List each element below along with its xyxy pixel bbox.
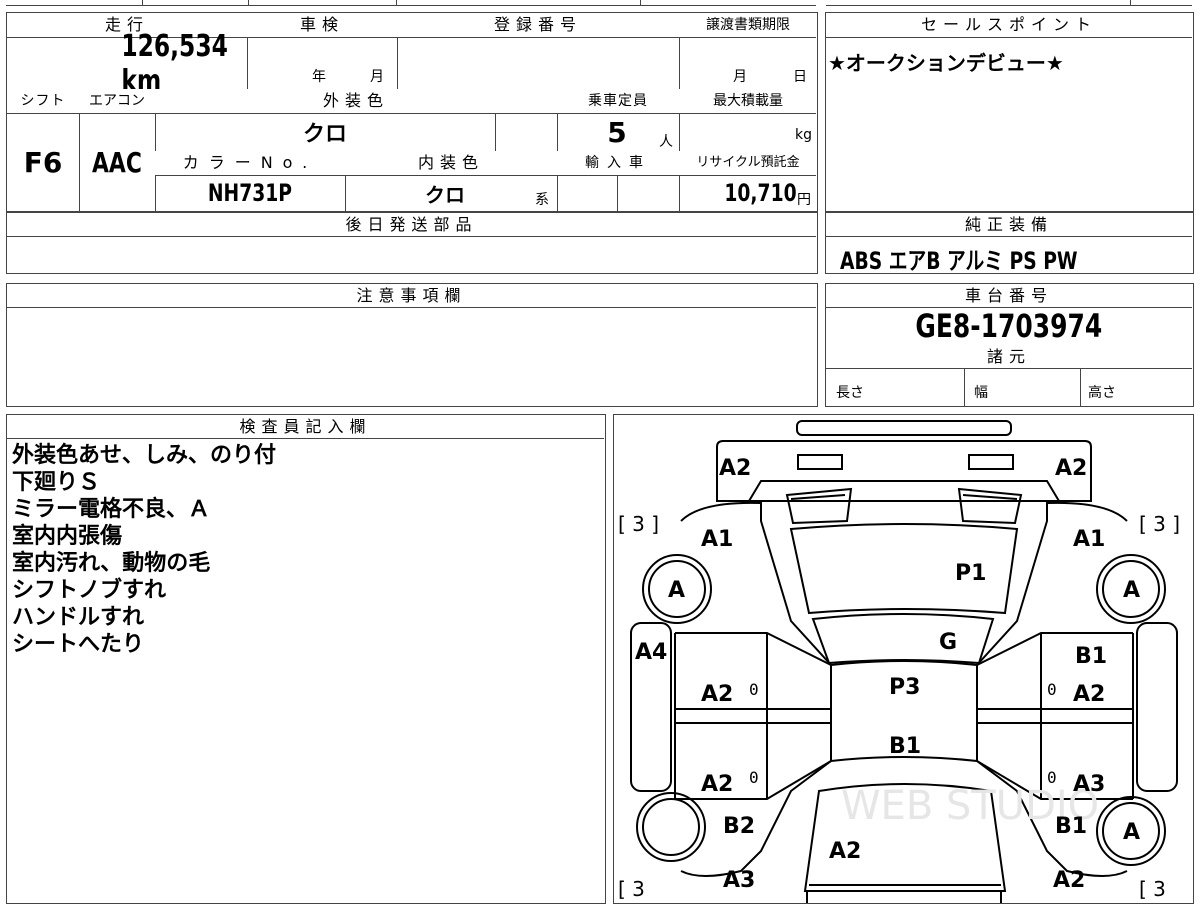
capacity-header: 乗車定員 [557,89,679,113]
import-header: 輸入車 [557,151,679,175]
recycle-header: リサイクル預託金 [679,151,817,175]
dimension-width-label: 幅 [974,385,988,401]
label-left-b2: B2 [723,814,755,839]
zero-mark: 0 [1047,768,1057,787]
spec-table: 走行 車検 登録番号 譲渡書類期限 126,534 km 年 月 月 日 シフト… [6,12,818,212]
later-parts-box: 後日発送部品 [6,212,818,274]
shift-value: F6 [23,145,63,179]
inspection-month: 月 [370,69,384,85]
inspector-note: ハンドルすれ [12,605,145,630]
inspector-note: シフトノブすれ [12,578,167,603]
chassis-header: 車台番号 [826,284,1192,307]
label-left-low-a2: A2 [701,772,733,797]
interior-color-header: 内装色 [345,151,557,175]
interior-color-suffix: 系 [535,192,549,208]
label-a4: A4 [635,640,667,665]
transfer-deadline-header: 譲渡書類期限 [679,13,817,37]
sales-point-header: セールスポイント [826,13,1192,37]
label-right-bottom-a2: A2 [1053,868,1085,893]
inspector-note: シートへたり [12,632,145,657]
max-load-header: 最大積載量 [679,89,817,113]
registration-number-header: 登録番号 [397,13,679,37]
zero-mark: 0 [1047,680,1057,699]
dimensions-header: 諸元 [826,345,1192,368]
label-left-a1: A1 [701,527,733,552]
label-left-a3: A3 [723,868,755,893]
car-outline-diagram: WEB STUDIO A2 A2 A1 A1 P1 G P3 B1 A4 B1 … [618,420,1180,903]
capacity-value: 5 [607,115,627,149]
max-load-unit: kg [795,127,812,143]
label-p3: P3 [889,675,920,700]
aircon-header: エアコン [79,89,155,113]
exterior-color-header: 外装色 [155,89,557,113]
label-right-low-a3: A3 [1073,772,1105,797]
equipment-box: 純正装備 ABS エアB アルミ PS PW [825,212,1194,275]
tread-top-left: [ 3 ] [618,512,659,536]
label-right-b1-low: B1 [1055,814,1087,839]
color-number-header: カラーNo. [155,151,345,175]
sales-point-box: セールスポイント ★オークションデビュー★ [825,12,1194,212]
exterior-color-value: クロ [302,122,347,147]
dimension-height-label: 高さ [1088,385,1116,401]
zero-mark: 0 [749,768,759,787]
inspector-note: 室内汚れ、動物の毛 [12,551,211,576]
label-p1: P1 [955,561,986,586]
chassis-box: 車台番号 GE8-1703974 諸元 長さ 幅 高さ [825,283,1194,407]
top-strip [0,0,1200,8]
tread-bottom-left: [ 3 [618,877,645,901]
transfer-month: 月 [733,69,747,85]
label-right-b1: B1 [1075,644,1107,669]
tire-front-right-grade: A [1123,578,1140,603]
inspector-note: ミラー電格不良、Ａ [12,497,211,522]
transfer-day: 日 [793,69,807,85]
notes-box: 注意事項欄 [6,283,818,407]
mileage-value: 126,534 km [121,29,228,99]
chassis-number: GE8-1703974 [915,307,1103,345]
inspector-header: 検査員記入欄 [7,415,604,438]
label-front-left-a2: A2 [719,456,751,481]
equipment-items: ABS エアB アルミ PS PW [840,247,1078,275]
equipment-header: 純正装備 [826,213,1192,236]
recycle-fee-value: 10,710 [724,179,797,207]
capacity-unit: 人 [659,134,673,150]
zero-mark: 0 [749,680,759,699]
recycle-fee-unit: 円 [797,192,811,208]
aircon-value: AAC [92,145,142,179]
inspection-year: 年 [312,69,326,85]
label-right-mid-a2: A2 [1073,682,1105,707]
dimension-length-label: 長さ [836,385,864,401]
damage-diagram-box: WEB STUDIO A2 A2 A1 A1 P1 G P3 B1 A4 B1 … [613,414,1194,904]
tread-top-right: [ 3 ] [1139,512,1180,536]
inspector-notes: 外装色あせ、しみ、のり付 下廻りＳ ミラー電格不良、Ａ 室内内張傷 室内汚れ、動… [12,442,276,658]
shift-header: シフト [7,89,79,113]
inspection-header: 車検 [247,13,397,37]
tire-rear-right-grade: A [1123,820,1140,845]
inspector-note: 外装色あせ、しみ、のり付 [12,443,277,468]
color-number-value: NH731P [207,179,293,207]
tread-bottom-right: [ 3 [1139,877,1166,901]
label-b1-center: B1 [889,734,921,759]
label-front-right-a2: A2 [1055,456,1087,481]
later-parts-header: 後日発送部品 [7,213,816,236]
tire-front-left-grade: A [668,578,685,603]
inspector-box: 検査員記入欄 外装色あせ、しみ、のり付 下廻りＳ ミラー電格不良、Ａ 室内内張傷… [6,414,606,904]
interior-color-value: クロ [425,182,465,207]
inspector-note: 下廻りＳ [12,470,101,495]
label-right-a1: A1 [1073,527,1105,552]
label-rear-a2: A2 [829,839,861,864]
inspector-note: 室内内張傷 [12,524,123,549]
label-left-mid-a2: A2 [701,682,733,707]
notes-header: 注意事項欄 [7,284,816,307]
sales-point-text: ★オークションデビュー★ [828,51,1064,75]
label-g: G [939,630,957,655]
